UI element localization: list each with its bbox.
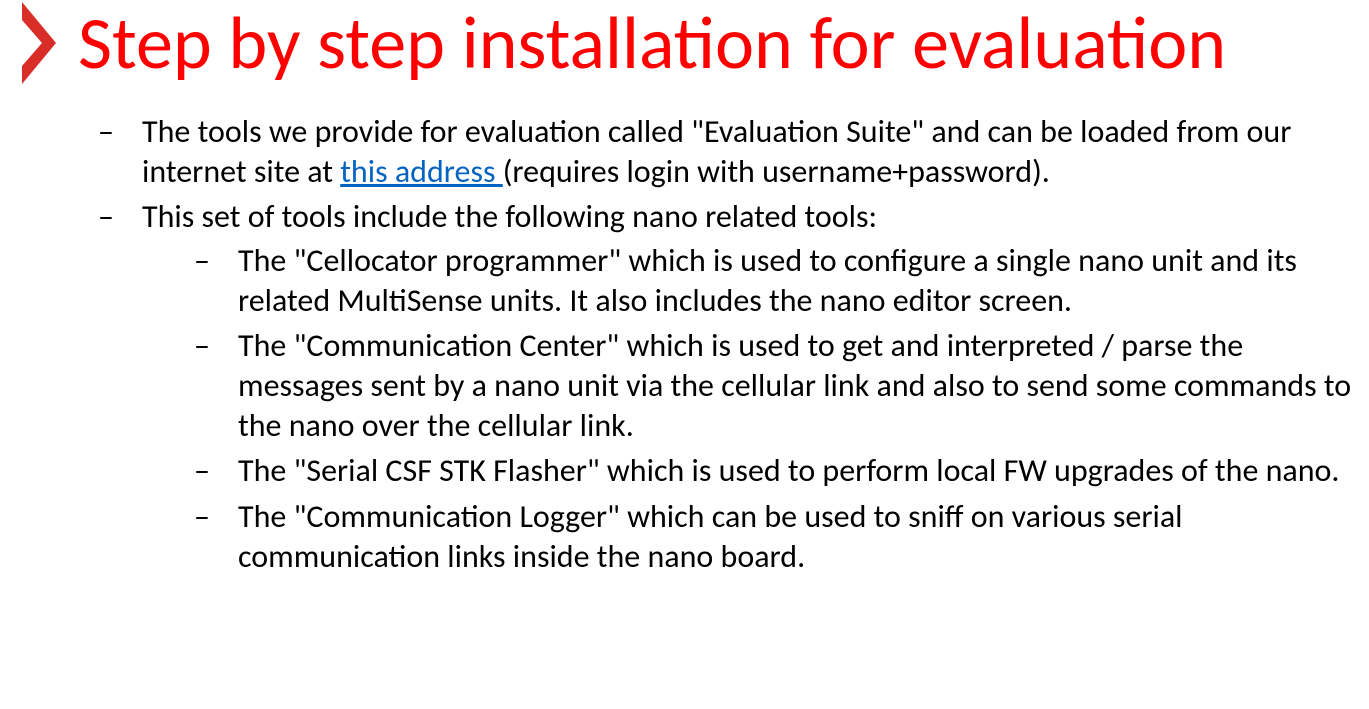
sub-bullet-3: The "Serial CSF STK Flasher" which is us…	[194, 451, 1369, 497]
bullet-item-1: The tools we provide for evaluation call…	[98, 112, 1369, 197]
bullet-item-2: This set of tools include the following …	[98, 197, 1369, 588]
bullet-1-post: (requires login with username+password).	[503, 152, 1050, 191]
sub-bullet-1: The "Cellocator programmer" which is use…	[194, 241, 1369, 326]
bullet-list: The tools we provide for evaluation call…	[20, 86, 1369, 588]
sub-bullet-list: The "Cellocator programmer" which is use…	[142, 237, 1369, 582]
bullet-2-text: This set of tools include the following …	[142, 197, 877, 236]
arrow-icon	[20, 0, 74, 86]
link-this-address[interactable]: this address	[340, 152, 503, 191]
sub-bullet-4: The "Communication Logger" which can be …	[194, 497, 1369, 582]
slide: Step by step installation for evaluation…	[0, 0, 1369, 709]
slide-title: Step by step installation for evaluation	[78, 6, 1226, 80]
sub-bullet-2: The "Communication Center" which is used…	[194, 326, 1369, 451]
title-row: Step by step installation for evaluation	[20, 0, 1369, 86]
